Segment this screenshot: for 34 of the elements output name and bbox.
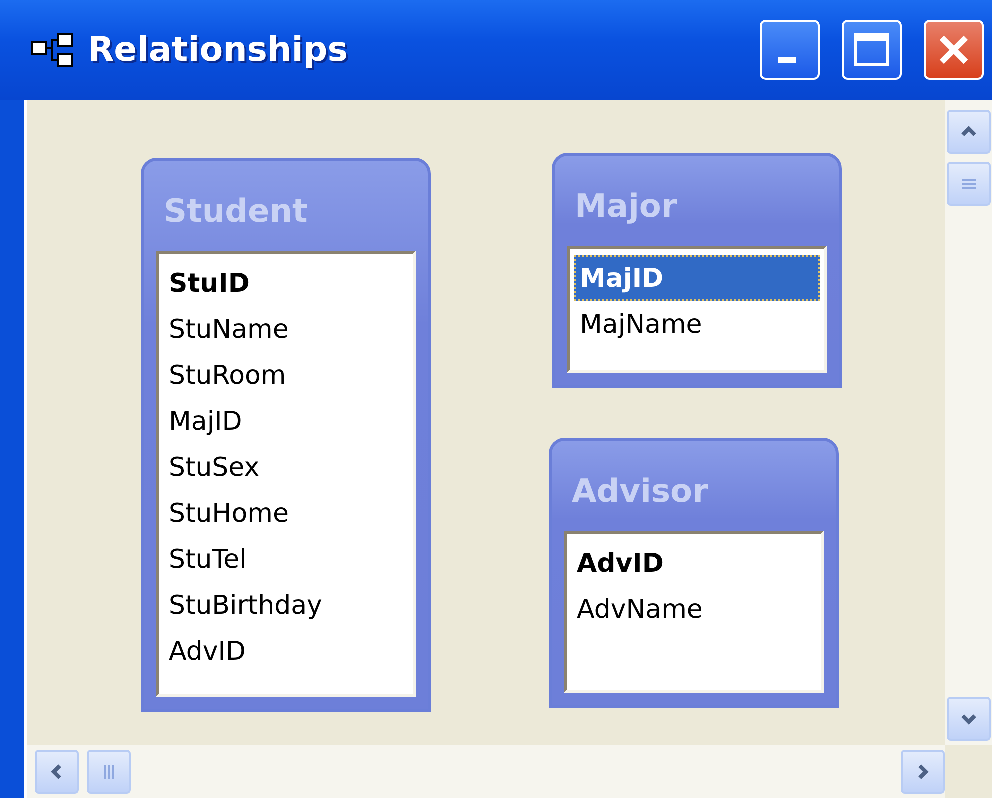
relationships-icon	[30, 32, 74, 68]
maximize-button[interactable]	[842, 20, 902, 80]
field-item[interactable]: StuTel	[163, 536, 409, 582]
vertical-scrollbar[interactable]	[945, 100, 992, 745]
scroll-left-button[interactable]	[35, 750, 79, 794]
table-card[interactable]: Major MajID MajName	[552, 153, 842, 388]
table-card[interactable]: Advisor AdvID AdvName	[549, 438, 839, 708]
table-title: Advisor	[571, 471, 708, 512]
table-card[interactable]: Student StuID StuName StuRoom MajID StuSex StuHome StuTel StuBirthday AdvID	[141, 158, 431, 712]
window-title: Relationships	[88, 30, 349, 70]
scrollbar-thumb[interactable]	[946, 162, 990, 206]
field-item[interactable]: StuBirthday	[163, 582, 409, 628]
field-item[interactable]: StuSex	[163, 444, 409, 490]
field-item[interactable]: MajID	[163, 398, 409, 444]
scroll-down-button[interactable]	[946, 697, 990, 741]
close-button[interactable]	[924, 20, 984, 80]
scroll-up-button[interactable]	[946, 110, 990, 154]
field-item[interactable]: MajID	[574, 255, 820, 301]
field-item[interactable]: StuName	[163, 306, 409, 352]
table-title: Major	[574, 186, 678, 227]
scroll-right-button[interactable]	[901, 750, 945, 794]
field-item[interactable]: AdvID	[571, 540, 817, 586]
field-item[interactable]: StuID	[163, 260, 409, 306]
horizontal-scrollbar[interactable]	[27, 745, 945, 798]
field-item[interactable]: AdvName	[571, 586, 817, 632]
minimize-icon	[778, 57, 796, 63]
maximize-icon	[854, 33, 890, 67]
minimize-button[interactable]	[760, 20, 820, 80]
field-item[interactable]: StuRoom	[163, 352, 409, 398]
field-item[interactable]: StuHome	[163, 490, 409, 536]
field-item[interactable]: MajName	[574, 301, 820, 347]
scrollbar-thumb[interactable]	[87, 750, 131, 794]
field-item[interactable]: AdvID	[163, 628, 409, 674]
table-title: Student	[163, 191, 308, 232]
